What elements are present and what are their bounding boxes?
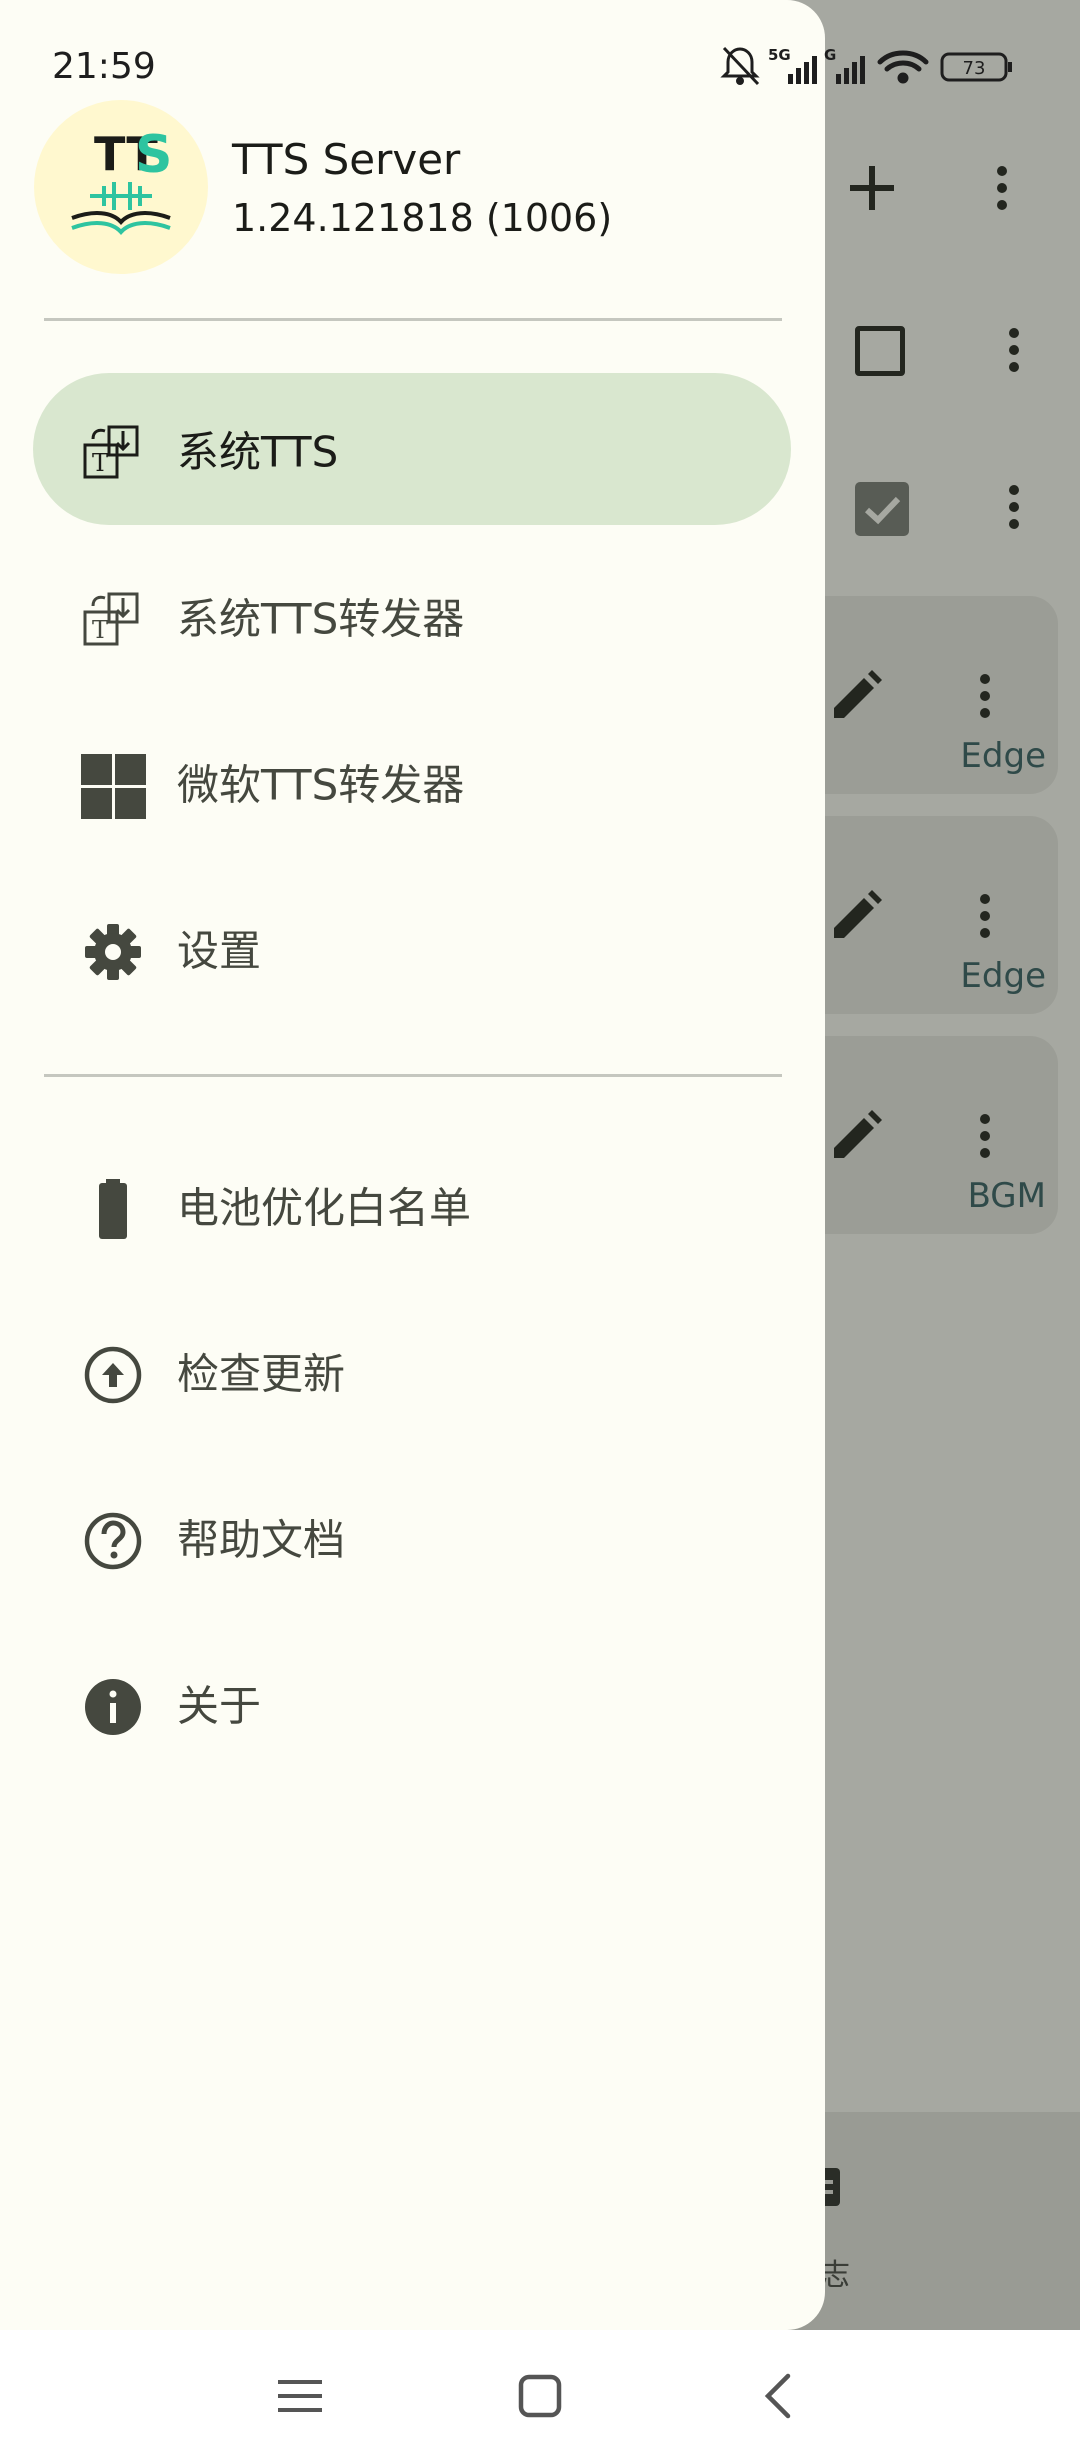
divider [44, 318, 782, 321]
network-type-label: 5G [768, 46, 791, 64]
windows-icon [81, 754, 146, 819]
nav-item-settings[interactable]: 设置 [33, 872, 791, 1024]
help-circle-icon [84, 1512, 142, 1570]
menu-icon[interactable] [272, 2368, 328, 2424]
navigation-drawer: 21:59 TT S TTS Server 1.24.121818 (1006)… [0, 0, 825, 2330]
nav-item-system-tts[interactable]: T 系统TTS [33, 373, 791, 525]
app-name: TTS Server [232, 135, 461, 184]
svg-text:73: 73 [963, 58, 986, 79]
home-icon[interactable] [512, 2368, 568, 2424]
config-card[interactable]: Edge [790, 596, 1058, 794]
checkbox-unchecked[interactable] [855, 326, 905, 376]
nav-item-label: 检查更新 [177, 1349, 346, 1399]
battery-icon [99, 1179, 127, 1239]
upload-circle-icon [84, 1346, 142, 1404]
nav-item-battery-whitelist[interactable]: 电池优化白名单 [33, 1129, 791, 1281]
card-tag: Edge [960, 736, 1046, 776]
nav-item-label: 关于 [177, 1681, 262, 1731]
more-vert-icon[interactable] [980, 1114, 990, 1158]
system-tts-icon: T [83, 425, 139, 479]
more-vert-icon[interactable] [1009, 328, 1019, 379]
bell-off-icon [720, 46, 760, 86]
config-card[interactable]: BGM [790, 1036, 1058, 1234]
edit-icon[interactable] [826, 666, 886, 726]
system-navigation-bar [0, 2330, 1080, 2460]
edit-icon[interactable] [826, 1106, 886, 1166]
status-time: 21:59 [52, 46, 156, 87]
nav-item-label: 电池优化白名单 [177, 1183, 472, 1233]
system-tts-forwarder-icon: T [83, 592, 139, 646]
svg-text:T: T [92, 616, 108, 644]
card-tag: Edge [960, 956, 1046, 996]
nav-item-microsoft-tts-forwarder[interactable]: 微软TTS转发器 [33, 706, 791, 858]
nav-item-label: 系统TTS转发器 [177, 594, 465, 644]
signal-icon [788, 56, 817, 84]
signal-icon-2 [836, 56, 865, 84]
wifi-icon [877, 50, 929, 84]
nav-item-label: 微软TTS转发器 [177, 760, 465, 810]
svg-text:S: S [135, 125, 172, 185]
battery-status-icon: 73 [940, 52, 1012, 82]
nav-item-check-update[interactable]: 检查更新 [33, 1295, 791, 1447]
edit-icon[interactable] [826, 886, 886, 946]
app-logo: TT S [34, 100, 208, 274]
app-version: 1.24.121818 (1006) [232, 196, 613, 240]
more-vert-icon[interactable] [980, 894, 990, 938]
nav-item-system-tts-forwarder[interactable]: T 系统TTS转发器 [33, 540, 791, 692]
nav-item-label: 设置 [177, 926, 262, 976]
network-type-label-2: G [824, 46, 836, 64]
config-card[interactable]: Edge [790, 816, 1058, 1014]
nav-item-about[interactable]: 关于 [33, 1627, 791, 1779]
more-vert-icon[interactable] [980, 674, 990, 718]
card-tag: BGM [967, 1176, 1046, 1216]
info-icon [85, 1679, 141, 1735]
more-vert-icon[interactable] [1009, 485, 1019, 536]
more-vert-icon[interactable] [997, 166, 1007, 217]
check-icon [864, 496, 901, 525]
divider [44, 1074, 782, 1077]
svg-text:T: T [92, 449, 108, 477]
tts-logo-icon: TT S [71, 125, 172, 235]
add-icon[interactable] [848, 164, 896, 212]
nav-item-help-docs[interactable]: 帮助文档 [33, 1461, 791, 1613]
nav-item-label: 帮助文档 [177, 1515, 346, 1565]
gear-icon [85, 924, 141, 980]
nav-item-label: 系统TTS [177, 427, 339, 477]
status-icons: 5G G 73 [720, 46, 1012, 86]
back-icon[interactable] [752, 2368, 808, 2424]
checkbox-checked[interactable] [855, 482, 909, 536]
